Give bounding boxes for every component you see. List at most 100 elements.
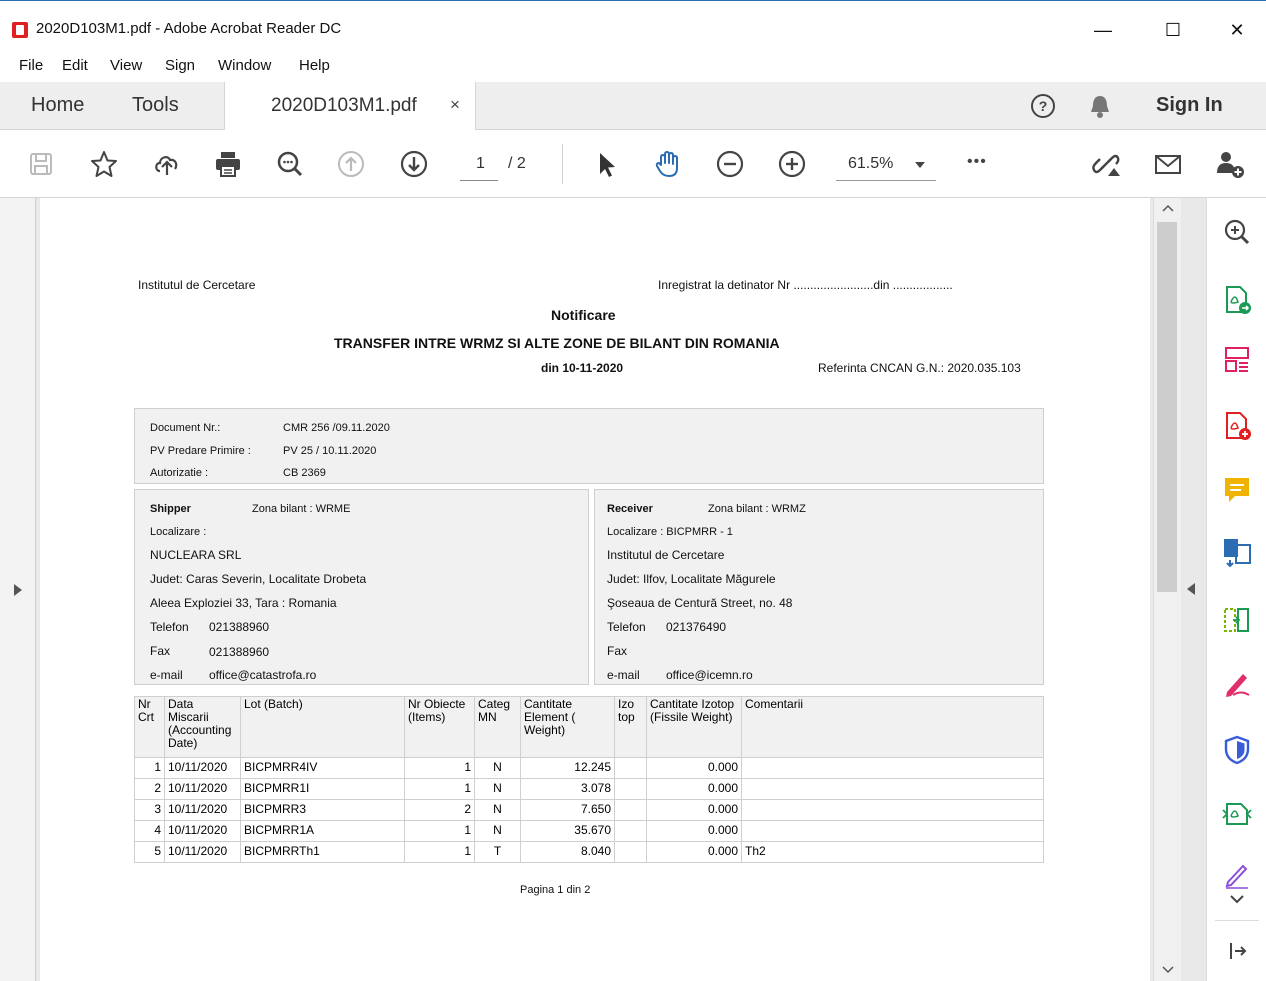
zoom-out-icon[interactable] xyxy=(714,148,746,180)
collapse-pane-icon[interactable] xyxy=(1227,940,1249,962)
next-page-icon[interactable] xyxy=(398,148,430,180)
combine-files-icon[interactable] xyxy=(1221,536,1253,568)
save-icon[interactable] xyxy=(25,148,57,180)
print-icon[interactable] xyxy=(212,148,244,180)
header-fissile-weight: Cantitate Izotop (Fissile Weight) xyxy=(646,696,742,758)
menu-edit[interactable]: Edit xyxy=(62,57,88,74)
document-number-label: Document Nr.: xyxy=(150,422,221,434)
menu-help[interactable]: Help xyxy=(299,57,330,74)
receiver-phone: 021376490 xyxy=(666,620,727,634)
left-panel-toggle-strip[interactable] xyxy=(0,198,36,981)
cell-isotope xyxy=(614,820,647,842)
tab-home[interactable]: Home xyxy=(31,94,84,117)
cell-comments xyxy=(741,799,1044,821)
cell-comments: Th2 xyxy=(741,841,1044,863)
compress-icon[interactable] xyxy=(1221,604,1253,636)
document-heading: TRANSFER INTRE WRMZ SI ALTE ZONE DE BILA… xyxy=(334,335,780,351)
bookmark-star-icon[interactable] xyxy=(88,148,120,180)
find-text-icon[interactable] xyxy=(274,148,306,180)
table-header-row: Nr Crt Data Miscarii (Accounting Date) L… xyxy=(134,696,1044,758)
institute-name: Institutul de Cercetare xyxy=(138,278,256,292)
chevron-down-icon[interactable] xyxy=(914,161,926,169)
zoom-level-select[interactable]: 61.5% xyxy=(848,155,893,173)
fill-sign-icon[interactable] xyxy=(1221,668,1253,700)
shipper-county: Judet: Caras Severin, Localitate Drobeta xyxy=(150,572,367,586)
more-tools-button[interactable]: ••• xyxy=(967,153,987,171)
menu-view[interactable]: View xyxy=(110,57,142,74)
scroll-down-icon[interactable] xyxy=(1162,966,1174,974)
svg-text:?: ? xyxy=(1039,98,1048,114)
page-input-underline xyxy=(460,180,498,181)
protect-shield-icon[interactable] xyxy=(1221,734,1253,766)
table-row: 3 10/11/2020 BICPMRR3 2 N 7.650 0.000 xyxy=(134,799,1044,821)
shipper-title: Shipper xyxy=(150,503,191,515)
more-tools-chevron-icon[interactable] xyxy=(1229,894,1245,904)
send-for-review-icon[interactable] xyxy=(1221,798,1253,830)
zoom-underline xyxy=(836,180,936,181)
cell-items: 1 xyxy=(404,841,475,863)
zoom-search-icon[interactable] xyxy=(1221,216,1253,248)
close-tab-button[interactable]: × xyxy=(450,95,460,115)
add-user-icon[interactable] xyxy=(1214,148,1246,180)
vertical-scrollbar[interactable] xyxy=(1153,198,1181,981)
previous-page-icon[interactable] xyxy=(335,148,367,180)
menu-window[interactable]: Window xyxy=(218,57,271,74)
scroll-up-icon[interactable] xyxy=(1162,204,1174,212)
page-footer: Pagina 1 din 2 xyxy=(520,884,591,896)
lots-table: Nr Crt Data Miscarii (Accounting Date) L… xyxy=(134,696,1044,863)
cell-element-weight: 7.650 xyxy=(520,799,615,821)
help-icon[interactable]: ? xyxy=(1029,92,1057,120)
right-tools-pane xyxy=(1206,198,1266,981)
notice-title: Notificare xyxy=(551,307,616,323)
cell-fissile-weight: 0.000 xyxy=(646,820,742,842)
header-category: Categ MN xyxy=(474,696,521,758)
menu-sign[interactable]: Sign xyxy=(165,57,195,74)
shipper-address: Aleea Exploziei 33, Tara : Romania xyxy=(150,596,337,610)
tab-document[interactable]: 2020D103M1.pdf × xyxy=(224,82,476,130)
registration-line: Inregistrat la detinator Nr ............… xyxy=(658,278,953,292)
collapse-right-panel-icon[interactable] xyxy=(1186,582,1196,596)
hand-tool-icon[interactable] xyxy=(652,148,684,180)
document-number-value: CMR 256 /09.11.2020 xyxy=(283,422,390,434)
upload-cloud-icon[interactable] xyxy=(151,148,183,180)
cell-lot: BICPMRR1I xyxy=(240,778,405,800)
expand-left-panel-icon[interactable] xyxy=(13,583,23,597)
edit-pen-icon[interactable] xyxy=(1221,858,1253,890)
comment-icon[interactable] xyxy=(1221,474,1253,506)
close-window-button[interactable]: ✕ xyxy=(1214,15,1260,45)
cell-date: 10/11/2020 xyxy=(164,820,241,842)
window-title: 2020D103M1.pdf - Adobe Acrobat Reader DC xyxy=(36,20,342,37)
email-icon[interactable] xyxy=(1152,148,1184,180)
organize-pages-icon[interactable] xyxy=(1221,344,1253,376)
notification-bell-icon[interactable] xyxy=(1087,92,1113,120)
cell-date: 10/11/2020 xyxy=(164,841,241,863)
cell-lot: BICPMRR4IV xyxy=(240,757,405,779)
cell-element-weight: 35.670 xyxy=(520,820,615,842)
cell-date: 10/11/2020 xyxy=(164,799,241,821)
zoom-in-icon[interactable] xyxy=(776,148,808,180)
receiver-phone-label: Telefon xyxy=(607,620,646,634)
shipper-email: office@catastrofa.ro xyxy=(209,668,317,682)
document-tab-label: 2020D103M1.pdf xyxy=(271,95,417,116)
minimize-button[interactable]: — xyxy=(1080,15,1126,45)
tab-tools[interactable]: Tools xyxy=(132,94,179,117)
select-cursor-icon[interactable] xyxy=(590,148,622,180)
cell-isotope xyxy=(614,757,647,779)
export-pdf-icon[interactable] xyxy=(1221,284,1253,316)
cell-nr: 1 xyxy=(134,757,165,779)
page-total: / 2 xyxy=(508,155,526,172)
table-row: 1 10/11/2020 BICPMRR4IV 1 N 12.245 0.000 xyxy=(134,757,1044,779)
scrollbar-thumb[interactable] xyxy=(1157,222,1177,592)
cell-items: 2 xyxy=(404,799,475,821)
maximize-button[interactable]: ☐ xyxy=(1150,15,1196,45)
document-date: din 10-11-2020 xyxy=(541,361,624,375)
header-items: Nr Obiecte (Items) xyxy=(404,696,475,758)
cell-nr: 3 xyxy=(134,799,165,821)
page-number-input[interactable]: 1 xyxy=(476,155,485,173)
cell-fissile-weight: 0.000 xyxy=(646,841,742,863)
menu-file[interactable]: File xyxy=(19,57,43,74)
sign-in-button[interactable]: Sign In xyxy=(1156,94,1223,117)
share-link-icon[interactable] xyxy=(1090,148,1122,180)
receiver-box xyxy=(594,489,1044,685)
create-pdf-icon[interactable] xyxy=(1221,410,1253,442)
